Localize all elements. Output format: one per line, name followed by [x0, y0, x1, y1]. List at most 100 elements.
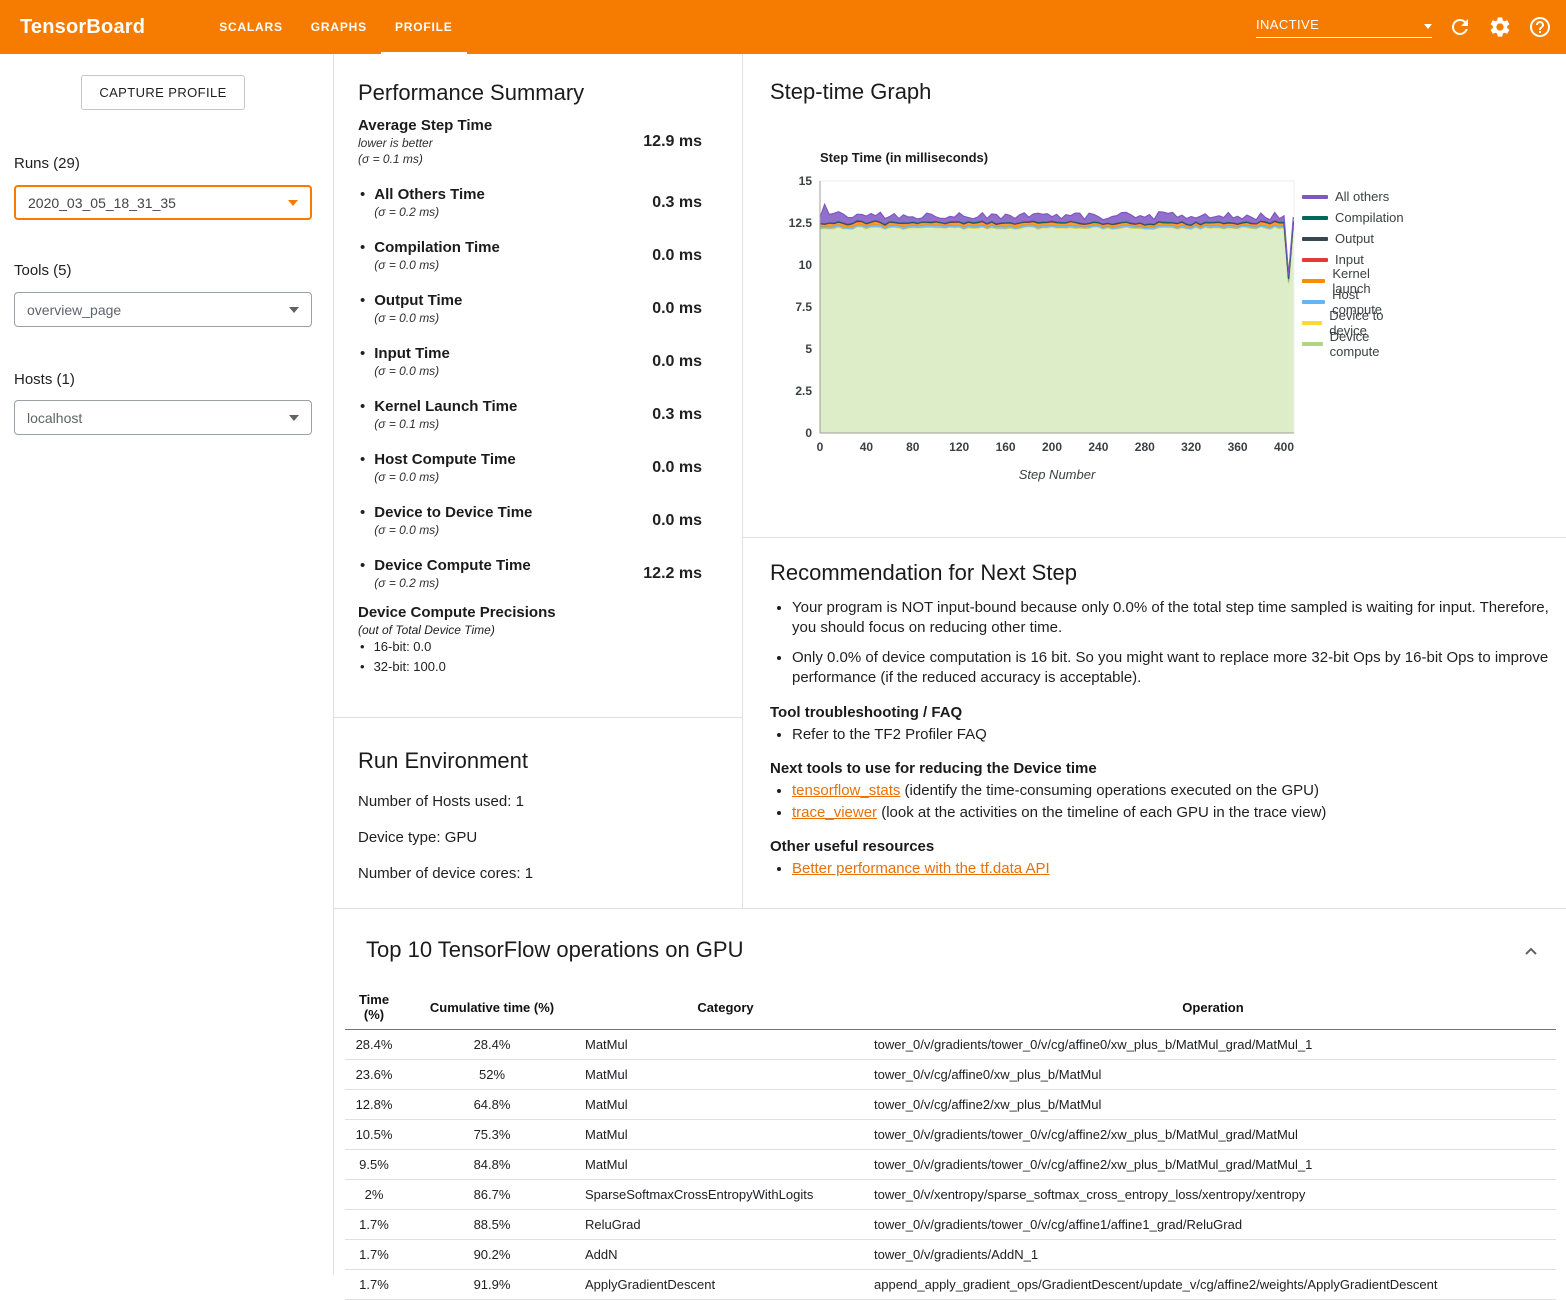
bullet-icon: • [360, 398, 365, 416]
metric-value: 12.2 ms [643, 565, 702, 583]
runs-label: Runs (29) [14, 155, 80, 172]
top-ops-section: Top 10 TensorFlow operations on GPU Time… [334, 908, 1566, 1275]
capture-profile-button[interactable]: CAPTURE PROFILE [81, 75, 245, 110]
runs-select[interactable]: 2020_03_05_18_31_35 [14, 185, 312, 220]
svg-text:0: 0 [805, 426, 812, 440]
legend-swatch-icon [1302, 300, 1325, 304]
time-cell: 1.7% [345, 1210, 403, 1240]
legend-label: Output [1335, 231, 1374, 246]
operation-cell: tower_0/v/cg/affine0/xw_plus_b/MatMul [870, 1060, 1556, 1090]
faq-bullet: Refer to the TF2 Profiler FAQ [792, 725, 1566, 744]
summary-metric-row: •Kernel Launch Time(σ = 0.1 ms) 0.3 ms [358, 388, 742, 441]
svg-text:Step Number: Step Number [1019, 467, 1096, 482]
metric-value: 0.0 ms [652, 512, 702, 530]
svg-text:2.5: 2.5 [795, 384, 812, 398]
summary-metrics-list: • All Others Time(σ = 0.2 ms) 0.3 ms •Compi… [358, 176, 742, 600]
svg-text:160: 160 [996, 440, 1016, 454]
metric-label: Device to Device Time [374, 504, 532, 521]
metric-label: Host Compute Time [374, 451, 515, 468]
metric-value: 0.0 ms [652, 300, 702, 318]
svg-text:200: 200 [1042, 440, 1062, 454]
metric-label-stack: All Others Time(σ = 0.2 ms) [374, 186, 485, 219]
col-header-category: Category [581, 987, 870, 1030]
time-cell: 2% [345, 1180, 403, 1210]
legend-item: Device compute [1302, 333, 1404, 354]
metric-label: All Others Time [374, 186, 485, 203]
tensorflow-stats-link[interactable]: tensorflow_stats [792, 782, 900, 799]
metric-label-group: •Compilation Time(σ = 0.0 ms) [358, 239, 500, 272]
precisions-note: (out of Total Device Time) [358, 623, 742, 637]
step-time-graph-title: Step-time Graph [770, 79, 931, 105]
reload-icon[interactable] [1448, 15, 1472, 39]
svg-text:80: 80 [906, 440, 920, 454]
recommendation-bullets: Your program is NOT input-bound because … [770, 598, 1566, 688]
legend-swatch-icon [1302, 321, 1322, 325]
hosts-select[interactable]: localhost [14, 400, 312, 435]
category-cell: MatMul [581, 1060, 870, 1090]
legend-label: All others [1335, 189, 1389, 204]
run-environment-section: Run Environment Number of Hosts used: 1D… [334, 718, 742, 882]
recommendation-bullet: Your program is NOT input-bound because … [792, 598, 1566, 638]
svg-text:5: 5 [805, 342, 812, 356]
bullet-icon: • [360, 504, 365, 522]
metric-label-group: •Kernel Launch Time(σ = 0.1 ms) [358, 398, 517, 431]
tf-data-performance-link[interactable]: Better performance with the tf.data API [792, 860, 1050, 877]
metric-note: lower is better [358, 136, 492, 150]
bullet-icon: • [360, 239, 365, 257]
metric-value: 0.3 ms [652, 194, 702, 212]
precisions-title: Device Compute Precisions [358, 604, 742, 621]
operation-cell: tower_0/v/xentropy/sparse_softmax_cross_… [870, 1180, 1556, 1210]
right-column: Step-time Graph Step Time (in millisecon… [743, 54, 1566, 908]
legend-swatch-icon [1302, 195, 1328, 199]
col-header-cumulative: Cumulative time (%) [403, 987, 581, 1030]
tools-label: Tools (5) [14, 262, 72, 279]
top-nav: SCALARS GRAPHS PROFILE [205, 0, 466, 54]
help-icon[interactable] [1528, 15, 1552, 39]
settings-gear-icon[interactable] [1488, 15, 1512, 39]
tool-link-bullet: tensorflow_stats (identify the time-cons… [792, 781, 1566, 800]
tab-profile[interactable]: PROFILE [381, 0, 467, 54]
operation-cell: tower_0/v/gradients/tower_0/v/cg/affine2… [870, 1120, 1556, 1150]
metric-label-stack: Input Time(σ = 0.0 ms) [374, 345, 450, 378]
metric-sigma: (σ = 0.0 ms) [374, 258, 500, 272]
table-header-row: Time (%) Cumulative time (%) Category Op… [345, 987, 1556, 1030]
metric-sigma: (σ = 0.0 ms) [374, 523, 532, 537]
metric-label-stack: Device to Device Time (σ = 0.0 ms) [374, 504, 532, 537]
faq-bullets: Refer to the TF2 Profiler FAQ [770, 725, 1566, 744]
average-step-time-row: Average Step Time lower is better (σ = 0… [358, 117, 742, 166]
cumulative-cell: 84.8% [403, 1150, 581, 1180]
legend-swatch-icon [1302, 237, 1328, 241]
svg-text:240: 240 [1088, 440, 1108, 454]
tab-scalars[interactable]: SCALARS [205, 0, 297, 54]
step-time-chart: Step Time (in milliseconds) 02.557.51012… [770, 150, 1310, 485]
status-dropdown[interactable]: INACTIVE [1256, 17, 1432, 38]
operation-cell: tower_0/v/cg/affine2/xw_plus_b/MatMul [870, 1090, 1556, 1120]
precision-item: •16-bit: 0.0 [358, 637, 742, 657]
svg-text:7.5: 7.5 [795, 300, 812, 314]
legend-label: Device compute [1330, 329, 1404, 359]
tab-graphs[interactable]: GRAPHS [297, 0, 381, 54]
device-compute-precisions: Device Compute Precisions (out of Total … [358, 604, 742, 677]
cumulative-cell: 88.5% [403, 1210, 581, 1240]
legend-item: Compilation [1302, 207, 1404, 228]
svg-text:120: 120 [949, 440, 969, 454]
app-title: TensorBoard [20, 16, 145, 39]
tools-select[interactable]: overview_page [14, 292, 312, 327]
time-cell: 12.8% [345, 1090, 403, 1120]
cumulative-cell: 90.2% [403, 1240, 581, 1270]
legend-swatch-icon [1302, 258, 1328, 262]
table-row: 10.5%75.3%MatMultower_0/v/gradients/towe… [345, 1120, 1556, 1150]
bullet-icon: • [360, 345, 365, 363]
metric-label: Device Compute Time [374, 557, 530, 574]
performance-summary-title: Performance Summary [358, 80, 742, 106]
collapse-chevron-up-icon[interactable] [1522, 943, 1540, 961]
metric-value: 0.3 ms [652, 406, 702, 424]
table-row: 23.6%52%MatMultower_0/v/cg/affine0/xw_pl… [345, 1060, 1556, 1090]
metric-label-group: •Host Compute Time(σ = 0.0 ms) [358, 451, 516, 484]
operation-cell: tower_0/v/gradients/tower_0/v/cg/affine2… [870, 1150, 1556, 1180]
metric-value: 12.9 ms [643, 133, 702, 151]
resources-list: Better performance with the tf.data API [770, 859, 1566, 878]
trace-viewer-link[interactable]: trace_viewer [792, 804, 877, 821]
metric-label-group: • Input Time(σ = 0.0 ms) [358, 345, 450, 378]
category-cell: MatMul [581, 1030, 870, 1060]
